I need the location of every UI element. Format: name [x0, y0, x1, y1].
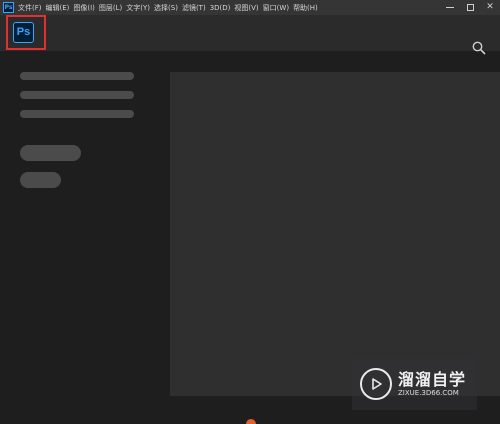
menu-view[interactable]: 视图(V)	[234, 3, 258, 13]
minimize-icon	[446, 7, 454, 8]
cursor-artifact	[246, 419, 256, 424]
window-controls: ✕	[440, 0, 500, 15]
menu-edit[interactable]: 编辑(E)	[46, 3, 70, 13]
menu-bar: Ps 文件(F) 编辑(E) 图像(I) 图层(L) 文字(Y) 选择(S) 滤…	[0, 0, 500, 15]
home-top-bar: Ps	[0, 15, 500, 55]
close-button[interactable]: ✕	[480, 0, 500, 15]
maximize-button[interactable]	[460, 0, 480, 15]
main-content-placeholder	[170, 72, 500, 396]
sidebar-placeholder-button	[20, 172, 61, 188]
menu-type[interactable]: 文字(Y)	[126, 3, 150, 13]
watermark-url: ZIXUE.3D66.COM	[398, 388, 459, 397]
menu-3d[interactable]: 3D(D)	[210, 4, 231, 12]
sidebar-placeholder-line	[20, 72, 134, 80]
play-icon	[372, 378, 382, 390]
menu-file[interactable]: 文件(F)	[18, 3, 42, 13]
close-icon: ✕	[486, 2, 494, 12]
watermark: 溜溜自学 ZIXUE.3D66.COM	[352, 358, 477, 410]
sidebar-placeholder-line	[20, 110, 134, 118]
sidebar-placeholder-line	[20, 91, 134, 99]
maximize-icon	[466, 4, 474, 11]
menu-filter[interactable]: 滤镜(T)	[182, 3, 206, 13]
menu-layer[interactable]: 图层(L)	[99, 3, 122, 13]
minimize-button[interactable]	[440, 0, 460, 15]
watermark-play-icon	[360, 368, 392, 400]
photoshop-app-icon[interactable]: Ps	[3, 2, 14, 13]
watermark-title: 溜溜自学	[398, 369, 467, 389]
menu-help[interactable]: 帮助(H)	[293, 3, 318, 13]
menu-image[interactable]: 图像(I)	[73, 3, 95, 13]
highlight-box	[6, 15, 46, 50]
search-icon[interactable]	[472, 41, 486, 55]
menu-select[interactable]: 选择(S)	[154, 3, 178, 13]
sidebar-placeholder-button	[20, 145, 81, 161]
menu-window[interactable]: 窗口(W)	[263, 3, 289, 13]
